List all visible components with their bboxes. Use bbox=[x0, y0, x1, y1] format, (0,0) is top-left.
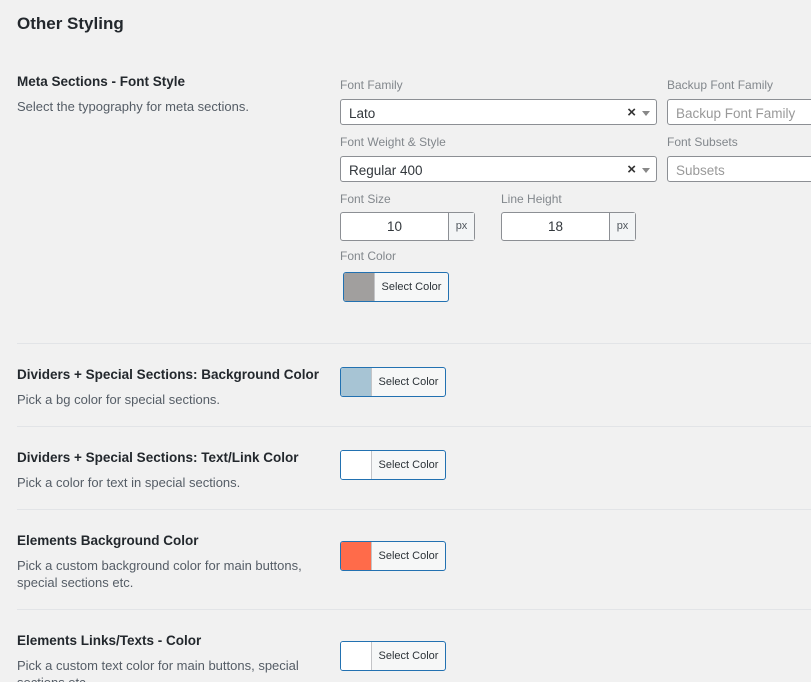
clear-icon[interactable]: × bbox=[627, 162, 636, 178]
font-color-select-button[interactable]: Select Color bbox=[343, 272, 449, 302]
section-divider bbox=[17, 509, 811, 510]
special-bg-color-button[interactable]: Select Color bbox=[340, 367, 446, 397]
select-color-label: Select Color bbox=[378, 550, 439, 562]
font-subsets-select[interactable]: Subsets bbox=[667, 156, 811, 182]
section-description: Pick a custom text color for main button… bbox=[17, 658, 299, 682]
section-divider bbox=[17, 609, 811, 610]
select-color-label: Select Color bbox=[378, 459, 439, 471]
settings-page: Other Styling Meta Sections - Font Style… bbox=[0, 0, 811, 682]
color-swatch bbox=[341, 642, 372, 670]
color-swatch bbox=[344, 273, 375, 301]
select-color-label: Select Color bbox=[378, 376, 439, 388]
font-subsets-label: Font Subsets bbox=[667, 135, 738, 149]
page-title: Other Styling bbox=[17, 14, 124, 33]
clear-icon[interactable]: × bbox=[627, 105, 636, 121]
font-size-value[interactable]: 10 bbox=[341, 213, 448, 240]
chevron-down-icon[interactable] bbox=[642, 168, 650, 173]
font-size-unit: px bbox=[448, 213, 474, 240]
font-family-value: Lato bbox=[349, 106, 376, 121]
section-description: Pick a bg color for special sections. bbox=[17, 392, 221, 407]
section-divider bbox=[17, 426, 811, 427]
section-description: Pick a color for text in special section… bbox=[17, 475, 241, 490]
font-subsets-placeholder: Subsets bbox=[676, 163, 725, 178]
backup-font-family-label: Backup Font Family bbox=[667, 78, 774, 92]
section-divider bbox=[17, 343, 811, 344]
elements-text-color-button[interactable]: Select Color bbox=[340, 641, 446, 671]
font-size-label: Font Size bbox=[340, 192, 391, 206]
font-family-select[interactable]: Lato × bbox=[340, 99, 657, 125]
font-color-label: Font Color bbox=[340, 249, 397, 263]
chevron-down-icon[interactable] bbox=[642, 111, 650, 116]
font-family-label: Font Family bbox=[340, 78, 403, 92]
color-swatch bbox=[341, 451, 372, 479]
select-color-label: Select Color bbox=[378, 650, 439, 662]
elements-bg-color-button[interactable]: Select Color bbox=[340, 541, 446, 571]
font-weight-label: Font Weight & Style bbox=[340, 135, 446, 149]
line-height-value[interactable]: 18 bbox=[502, 213, 609, 240]
color-swatch bbox=[341, 542, 372, 570]
line-height-unit: px bbox=[609, 213, 635, 240]
select-color-label: Select Color bbox=[381, 281, 442, 293]
font-weight-select[interactable]: Regular 400 × bbox=[340, 156, 657, 182]
section-description: Select the typography for meta sections. bbox=[17, 99, 249, 114]
font-size-input[interactable]: 10 px bbox=[340, 212, 475, 241]
color-swatch bbox=[341, 368, 372, 396]
font-weight-value: Regular 400 bbox=[349, 163, 423, 178]
backup-font-family-placeholder: Backup Font Family bbox=[676, 106, 796, 121]
backup-font-family-select[interactable]: Backup Font Family bbox=[667, 99, 811, 125]
line-height-input[interactable]: 18 px bbox=[501, 212, 636, 241]
line-height-label: Line Height bbox=[501, 192, 562, 206]
section-description: Pick a custom background color for main … bbox=[17, 558, 302, 590]
special-text-color-button[interactable]: Select Color bbox=[340, 450, 446, 480]
